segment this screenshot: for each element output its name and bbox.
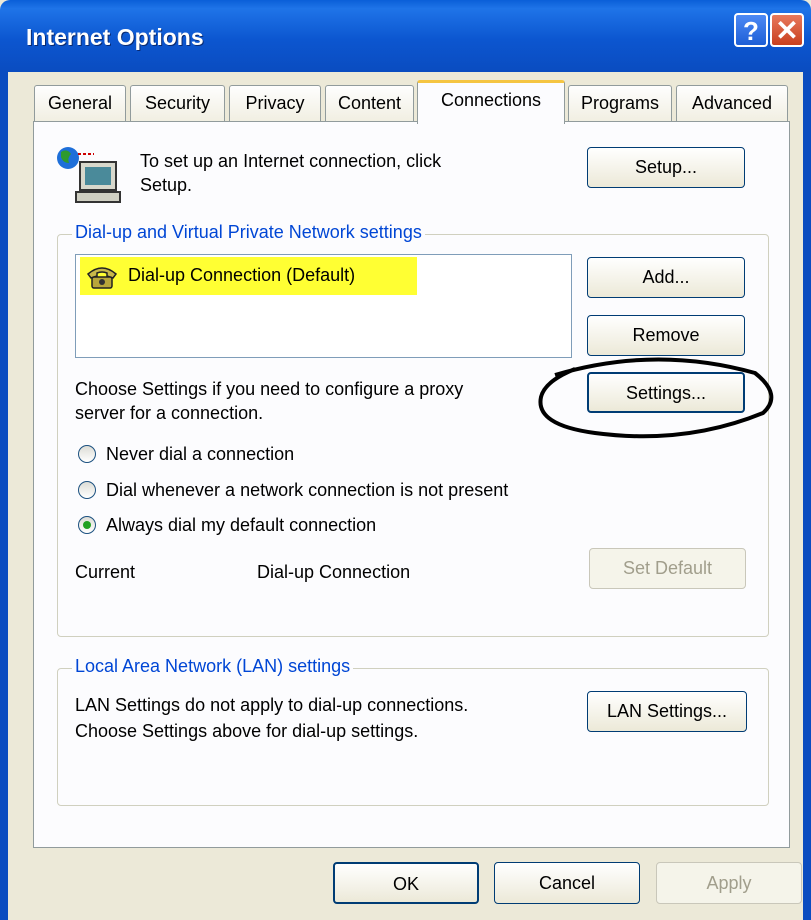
window-border-right <box>803 72 811 920</box>
radio-always-dial[interactable] <box>78 516 96 534</box>
tab-general[interactable]: General <box>34 85 126 121</box>
close-icon[interactable]: ✕ <box>770 13 804 47</box>
lan-description-line1: LAN Settings do not apply to dial-up con… <box>75 695 469 715</box>
radio-never-dial[interactable] <box>78 445 96 463</box>
window-title: Internet Options <box>26 24 204 50</box>
lan-settings-button[interactable]: LAN Settings... <box>587 691 747 732</box>
window-border-left <box>0 72 8 920</box>
tab-content[interactable]: Content <box>325 85 414 121</box>
setup-description-line1: To set up an Internet connection, click <box>140 151 442 171</box>
tab-programs[interactable]: Programs <box>568 85 672 121</box>
title-bar[interactable]: Internet Options ? ✕ <box>0 0 811 72</box>
cancel-button[interactable]: Cancel <box>494 862 640 904</box>
set-default-button[interactable]: Set Default <box>589 548 746 589</box>
radio-dial-whenever[interactable] <box>78 481 96 499</box>
radio-always-dial-label[interactable]: Always dial my default connection <box>106 513 376 537</box>
tab-privacy[interactable]: Privacy <box>229 85 321 121</box>
setup-description-line2: Setup. <box>140 175 193 195</box>
ok-button[interactable]: OK <box>333 862 479 904</box>
annotation-ellipse <box>538 357 774 439</box>
tab-security[interactable]: Security <box>130 85 225 121</box>
dialup-vpn-legend: Dial-up and Virtual Private Network sett… <box>72 222 425 243</box>
lan-description-line2: Choose Settings above for dial-up settin… <box>75 721 419 741</box>
add-button[interactable]: Add... <box>587 257 745 298</box>
apply-button[interactable]: Apply <box>656 862 802 904</box>
phone-icon <box>86 267 118 289</box>
lan-legend: Local Area Network (LAN) settings <box>72 656 354 677</box>
radio-selected-dot <box>83 521 91 529</box>
settings-description-line1: Choose Settings if you need to configure… <box>75 379 464 399</box>
radio-dial-whenever-label[interactable]: Dial whenever a network connection is no… <box>106 478 508 502</box>
help-icon[interactable]: ? <box>734 13 768 47</box>
connection-wizard-icon <box>57 147 121 203</box>
tab-advanced[interactable]: Advanced <box>676 85 788 121</box>
settings-description-line2: server for a connection. <box>75 403 264 423</box>
current-connection-value: Dial-up Connection <box>257 562 411 582</box>
internet-options-dialog: Internet Options ? ✕ General Security Pr… <box>0 0 811 920</box>
setup-button[interactable]: Setup... <box>587 147 745 188</box>
list-item-dialup-connection[interactable]: Dial-up Connection (Default) <box>128 263 355 287</box>
tab-connections[interactable]: Connections <box>417 80 565 124</box>
radio-never-dial-label[interactable]: Never dial a connection <box>106 442 294 466</box>
current-label: Current <box>75 562 136 582</box>
